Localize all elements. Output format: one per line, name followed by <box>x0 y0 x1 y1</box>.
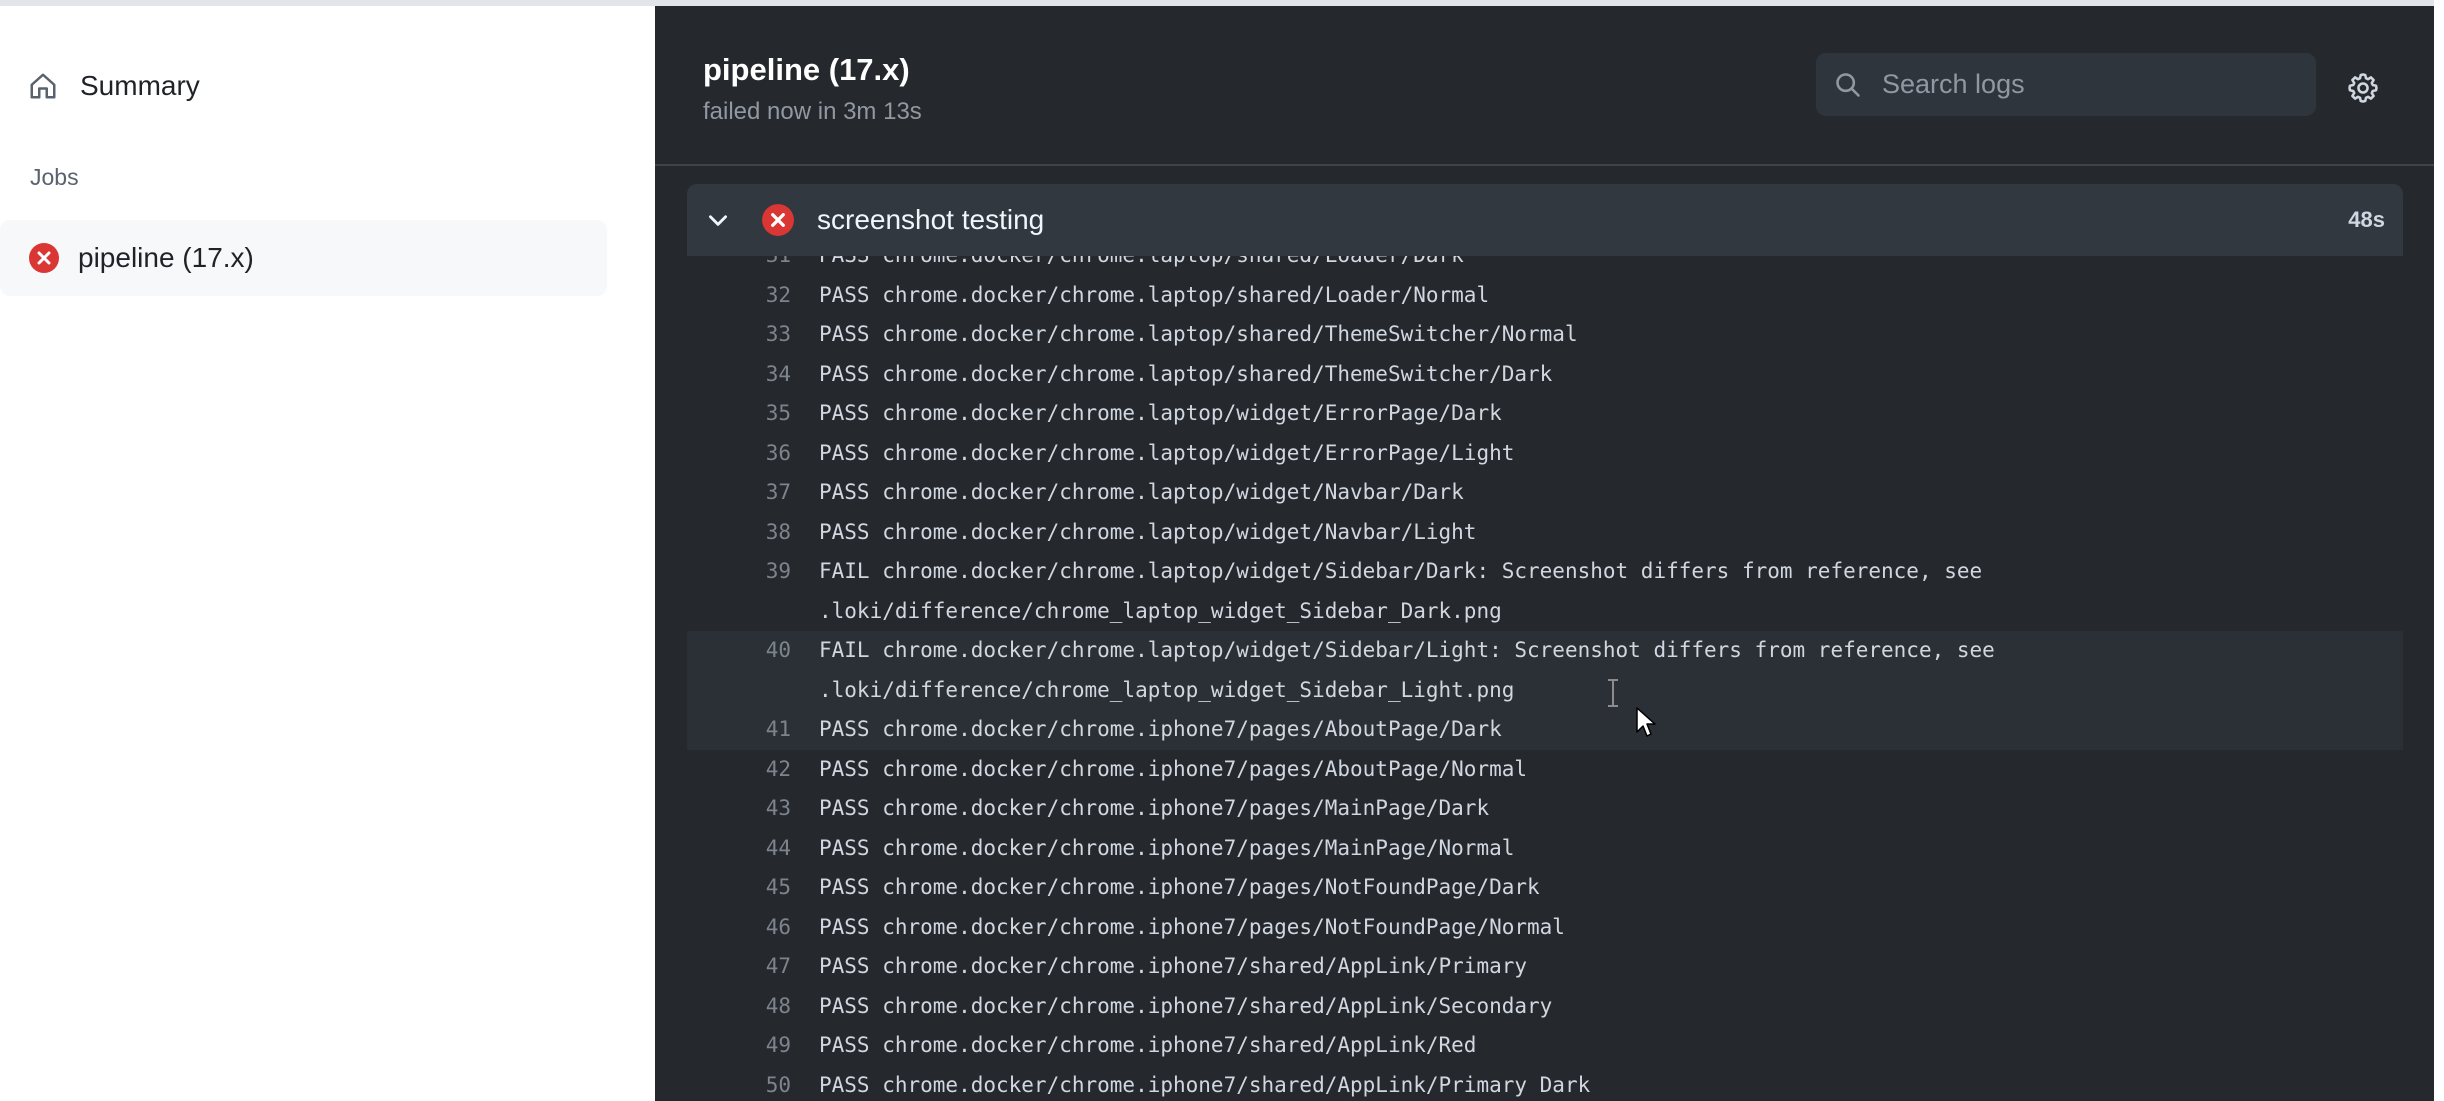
log-line-text: PASS chrome.docker/chrome.iphone7/shared… <box>819 1033 1477 1057</box>
job-header: pipeline (17.x) failed now in 3m 13s <box>655 6 2434 166</box>
log-line-number[interactable]: 39 <box>687 552 819 631</box>
log-line-text: PASS chrome.docker/chrome.laptop/widget/… <box>819 401 1502 425</box>
step-duration: 48s <box>2348 207 2385 232</box>
log-line-number[interactable]: 38 <box>687 513 819 553</box>
log-line-number[interactable]: 50 <box>687 1066 819 1101</box>
sidebar-item-label: Summary <box>80 70 200 101</box>
log-line[interactable]: 34 PASS chrome.docker/chrome.laptop/share… <box>687 355 2403 395</box>
log-line-number[interactable]: 32 <box>687 276 819 316</box>
log-line[interactable]: 47 PASS chrome.docker/chrome.iphone7/shar… <box>687 947 2403 987</box>
log-line-number[interactable]: 46 <box>687 908 819 948</box>
log-line-number[interactable]: 37 <box>687 473 819 513</box>
home-icon <box>28 69 62 103</box>
log-line-number[interactable]: 45 <box>687 868 819 908</box>
log-line[interactable]: 41 PASS chrome.docker/chrome.iphone7/page… <box>687 710 2403 750</box>
log-line-number[interactable]: 34 <box>687 355 819 395</box>
log-line-number[interactable]: 33 <box>687 315 819 355</box>
job-status-text: failed now in 3m 13s <box>703 98 922 125</box>
log-line[interactable]: 42 PASS chrome.docker/chrome.iphone7/page… <box>687 750 2403 790</box>
log-line-text: PASS chrome.docker/chrome.iphone7/pages/… <box>819 796 1490 820</box>
log-line-number[interactable]: 44 <box>687 829 819 869</box>
job-sidebar: Summary Jobs pipeline (17.x) <box>0 0 655 1101</box>
log-line[interactable]: 35 PASS chrome.docker/chrome.laptop/widge… <box>687 394 2403 434</box>
log-line[interactable]: 40 FAIL chrome.docker/chrome.laptop/widge… <box>687 631 2403 710</box>
log-line-number[interactable]: 40 <box>687 631 819 710</box>
log-line-number[interactable]: 49 <box>687 1026 819 1066</box>
log-line[interactable]: 32 PASS chrome.docker/chrome.laptop/share… <box>687 276 2403 316</box>
log-line-text: PASS chrome.docker/chrome.iphone7/pages/… <box>819 756 1528 781</box>
failed-x-icon <box>28 241 62 275</box>
log-line-text: PASS chrome.docker/chrome.laptop/shared/… <box>819 322 1578 346</box>
log-line-text: PASS chrome.docker/chrome.laptop/widget/… <box>819 480 1464 504</box>
step-header-screenshot-testing[interactable]: screenshot testing 48s <box>687 184 2403 256</box>
log-line[interactable]: 39 FAIL chrome.docker/chrome.laptop/widge… <box>687 552 2403 631</box>
failed-x-icon <box>761 202 797 238</box>
log-line-text: PASS chrome.docker/chrome.laptop/shared/… <box>819 282 1490 307</box>
jobs-heading: Jobs <box>30 164 79 190</box>
log-line-text: PASS chrome.docker/chrome.laptop/widget/… <box>819 440 1515 465</box>
search-logs-box[interactable] <box>1816 53 2316 116</box>
log-line[interactable]: 50 PASS chrome.docker/chrome.iphone7/shar… <box>687 1066 2403 1101</box>
log-line-text: PASS chrome.docker/chrome.iphone7/pages/… <box>819 835 1515 860</box>
log-lines: 31PASS chrome.docker/chrome.laptop/share… <box>687 236 2403 1101</box>
log-line-text: PASS chrome.docker/chrome.iphone7/pages/… <box>819 875 1540 899</box>
log-line-text: PASS chrome.docker/chrome.iphone7/shared… <box>819 993 1553 1018</box>
log-line[interactable]: 38 PASS chrome.docker/chrome.laptop/widge… <box>687 513 2403 553</box>
log-line[interactable]: 45 PASS chrome.docker/chrome.iphone7/page… <box>687 868 2403 908</box>
log-line-text: PASS chrome.docker/chrome.iphone7/pages/… <box>819 914 1565 939</box>
log-line-number[interactable]: 42 <box>687 750 819 790</box>
log-line-text: PASS chrome.docker/chrome.laptop/widget/… <box>819 519 1477 544</box>
log-line-number[interactable]: 43 <box>687 789 819 829</box>
page-title: pipeline (17.x) <box>703 52 910 87</box>
log-line-text: PASS chrome.docker/chrome.iphone7/pages/… <box>819 717 1502 741</box>
log-line-number[interactable]: 41 <box>687 710 819 750</box>
log-line[interactable]: 36 PASS chrome.docker/chrome.laptop/widge… <box>687 434 2403 474</box>
step-name: screenshot testing <box>817 204 1045 235</box>
log-line-text: FAIL chrome.docker/chrome.laptop/widget/… <box>819 638 2008 702</box>
log-output[interactable]: 31PASS chrome.docker/chrome.laptop/share… <box>687 236 2403 1101</box>
log-line-text: PASS chrome.docker/chrome.laptop/shared/… <box>819 361 1553 386</box>
log-line-number[interactable]: 35 <box>687 394 819 434</box>
search-logs-input[interactable] <box>1880 68 2304 101</box>
log-line[interactable]: 37 PASS chrome.docker/chrome.laptop/widge… <box>687 473 2403 513</box>
log-line[interactable]: 46 PASS chrome.docker/chrome.iphone7/page… <box>687 908 2403 948</box>
log-line[interactable]: 49 PASS chrome.docker/chrome.iphone7/shar… <box>687 1026 2403 1066</box>
log-line-text: PASS chrome.docker/chrome.iphone7/shared… <box>819 1072 1591 1097</box>
log-line-number[interactable]: 36 <box>687 434 819 474</box>
search-icon <box>1834 70 1864 100</box>
gear-icon[interactable] <box>2345 70 2381 106</box>
sidebar-item-job[interactable]: pipeline (17.x) <box>0 220 607 296</box>
chevron-down-icon[interactable] <box>705 205 735 235</box>
log-line-text: FAIL chrome.docker/chrome.laptop/widget/… <box>819 559 1995 623</box>
log-line[interactable]: 44 PASS chrome.docker/chrome.iphone7/page… <box>687 829 2403 869</box>
log-line[interactable]: 43 PASS chrome.docker/chrome.iphone7/page… <box>687 789 2403 829</box>
log-line-number[interactable]: 47 <box>687 947 819 987</box>
sidebar-item-summary[interactable]: Summary <box>28 58 608 114</box>
log-line[interactable]: 48 PASS chrome.docker/chrome.iphone7/shar… <box>687 987 2403 1027</box>
log-line-number[interactable]: 48 <box>687 987 819 1027</box>
sidebar-item-label: pipeline (17.x) <box>78 242 254 273</box>
log-panel: pipeline (17.x) failed now in 3m 13s 31P… <box>655 0 2434 1101</box>
log-line-text: PASS chrome.docker/chrome.iphone7/shared… <box>819 954 1528 978</box>
log-line[interactable]: 33 PASS chrome.docker/chrome.laptop/share… <box>687 315 2403 355</box>
